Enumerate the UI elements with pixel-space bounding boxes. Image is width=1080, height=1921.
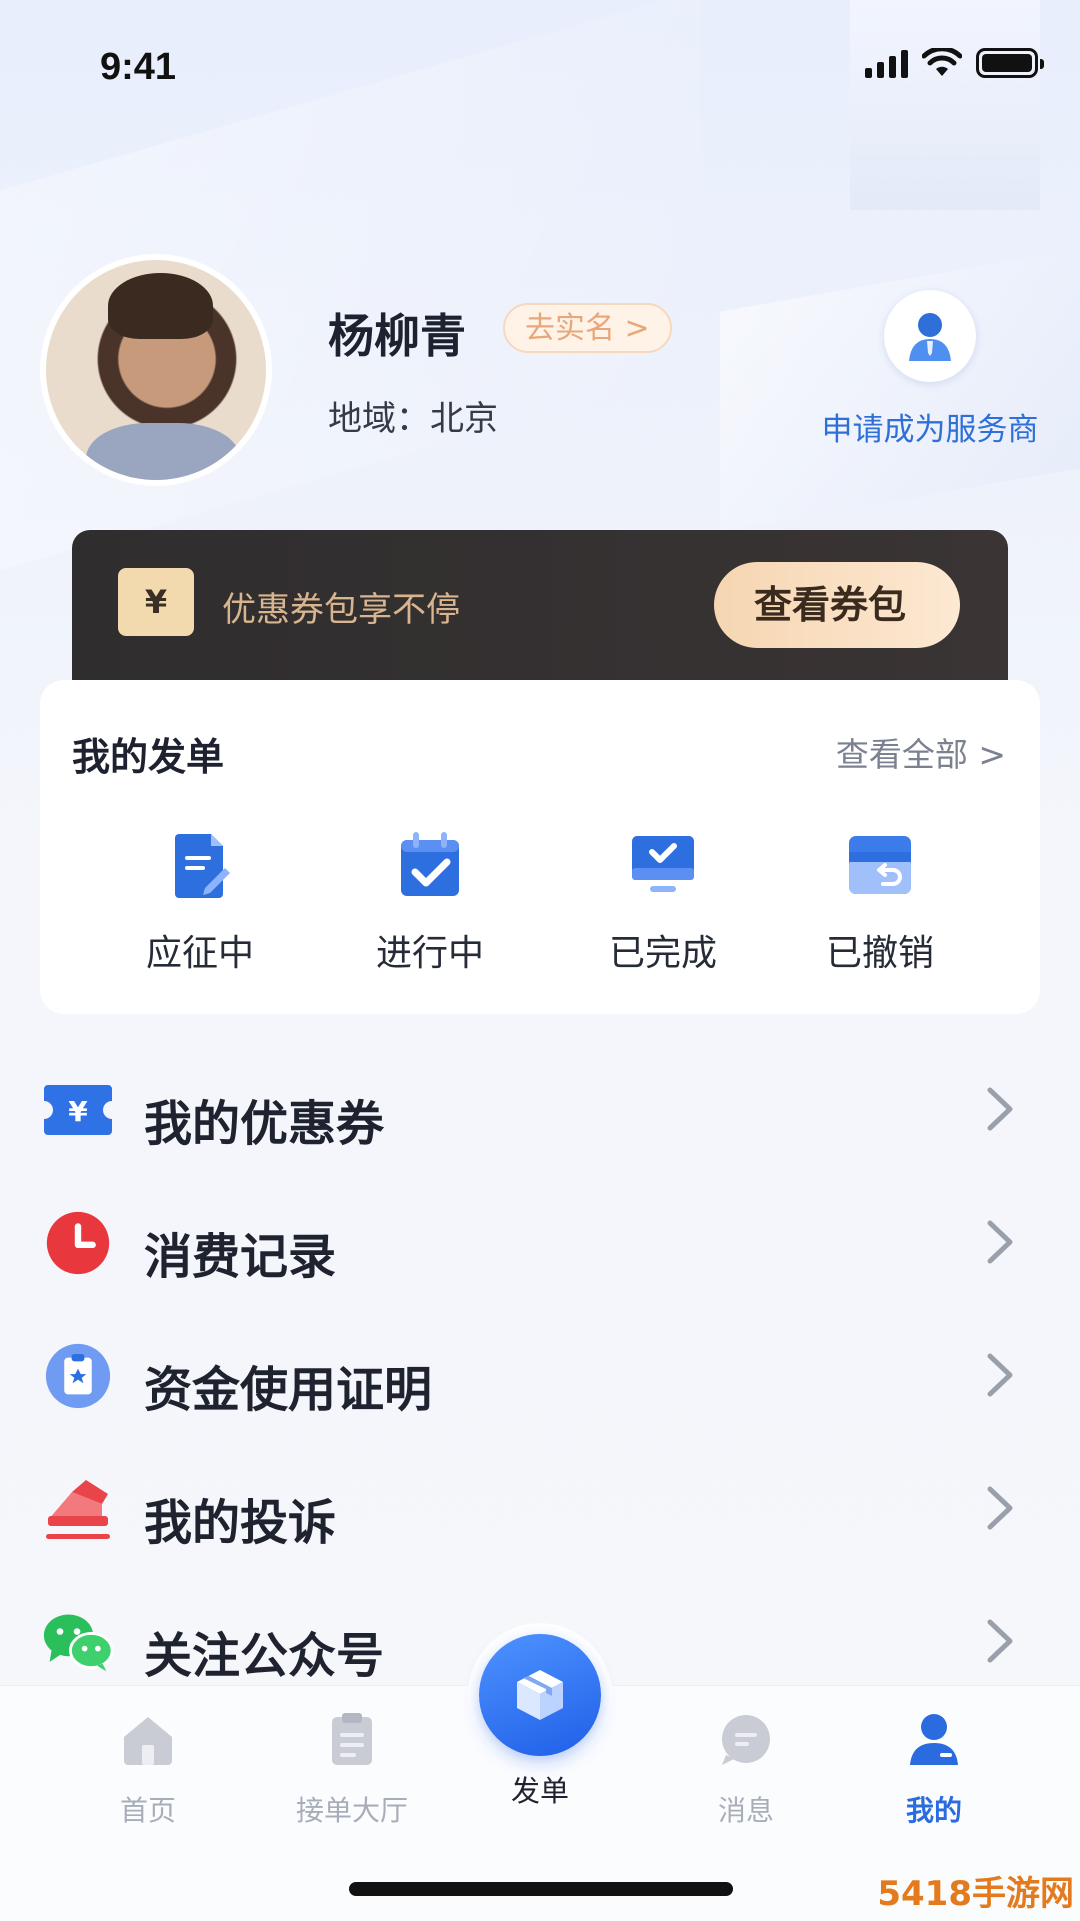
complaint-icon: [46, 1480, 110, 1539]
background-decoration: [720, 248, 1080, 532]
tab-order-hall[interactable]: 接单大厅: [262, 1711, 442, 1829]
home-indicator: [349, 1882, 733, 1896]
status-bar: 9:41: [0, 0, 1080, 130]
tab-label: 发单: [510, 1774, 569, 1808]
view-all-orders-link[interactable]: 查看全部 >: [836, 728, 1006, 776]
box-icon: [517, 1670, 563, 1720]
order-status-label: 进行中: [375, 933, 484, 974]
order-status-label: 已撤销: [825, 933, 934, 974]
status-time: 9:41: [100, 46, 177, 88]
menu-item-my-complaints[interactable]: 我的投诉: [0, 1443, 1080, 1575]
tab-label: 首页: [119, 1794, 176, 1827]
order-status-cancelled[interactable]: 已撤销: [770, 830, 990, 976]
document-edit-icon: [175, 834, 230, 898]
tab-label: 我的: [905, 1794, 962, 1827]
clock-icon: [46, 1211, 110, 1275]
order-status-in-progress[interactable]: 进行中: [320, 830, 540, 976]
coupon-banner: ¥ 优惠券包享不停 查看券包: [72, 530, 1008, 692]
clipboard-icon: [332, 1713, 372, 1765]
menu-item-label: 消费记录: [144, 1229, 337, 1285]
verify-identity-button[interactable]: 去实名 >: [503, 303, 672, 353]
revoke-icon: [849, 836, 911, 894]
chevron-right-icon: [987, 1619, 1013, 1663]
menu-item-my-coupons[interactable]: ¥ 我的优惠券: [0, 1044, 1080, 1176]
chevron-right-icon: [987, 1087, 1013, 1131]
user-region: 地域：北京: [328, 399, 498, 439]
order-status-completed[interactable]: 已完成: [553, 830, 773, 976]
coupon-icon: ¥: [44, 1085, 112, 1135]
wechat-icon: [43, 1614, 114, 1672]
svg-text:¥: ¥: [68, 1095, 88, 1128]
watermark: 5418手游网: [877, 1874, 1074, 1914]
view-coupon-pack-button[interactable]: 查看券包: [714, 562, 960, 648]
tab-label: 消息: [717, 1794, 774, 1827]
menu-item-fund-usage-proof[interactable]: 资金使用证明: [0, 1310, 1080, 1442]
menu-item-label: 我的投诉: [144, 1495, 337, 1551]
wifi-icon: [922, 48, 962, 76]
avatar[interactable]: [40, 254, 272, 486]
coupon-banner-text: 优惠券包享不停: [222, 590, 460, 630]
chevron-right-icon: [987, 1486, 1013, 1530]
coupon-ticket-icon: ¥: [118, 556, 194, 636]
user-name: 杨柳青: [328, 309, 466, 363]
tab-label: 接单大厅: [295, 1794, 408, 1827]
user-icon: [910, 1714, 958, 1765]
battery-icon: [976, 48, 1044, 78]
order-status-label: 应征中: [145, 933, 254, 974]
message-icon: [722, 1715, 770, 1765]
menu-item-label: 资金使用证明: [144, 1362, 433, 1418]
order-status-pending[interactable]: 应征中: [90, 830, 310, 976]
home-icon: [124, 1717, 172, 1765]
certificate-icon: [45, 1343, 111, 1409]
tab-mine[interactable]: 我的: [844, 1711, 1024, 1829]
tab-messages[interactable]: 消息: [656, 1711, 836, 1829]
service-provider-icon[interactable]: [884, 290, 976, 382]
cellular-signal-icon: [865, 48, 908, 78]
menu-item-consumption-records[interactable]: 消费记录: [0, 1177, 1080, 1309]
menu-item-label: 关注公众号: [144, 1628, 385, 1684]
chevron-right-icon: [987, 1220, 1013, 1264]
menu-item-label: 我的优惠券: [144, 1096, 385, 1152]
apply-service-provider-link[interactable]: 申请成为服务商: [820, 404, 1040, 449]
status-icons: [865, 48, 1044, 78]
chevron-right-icon: [987, 1353, 1013, 1397]
my-orders-title: 我的发单: [72, 735, 225, 779]
tab-post-order[interactable]: [468, 1623, 612, 1767]
order-status-label: 已完成: [608, 933, 717, 974]
my-orders-card: 我的发单 查看全部 > 应征中 进行中 已完成 已撤销: [40, 680, 1040, 1014]
tab-home[interactable]: 首页: [58, 1711, 238, 1829]
calendar-check-icon: [401, 832, 459, 896]
monitor-check-icon: [632, 836, 694, 892]
